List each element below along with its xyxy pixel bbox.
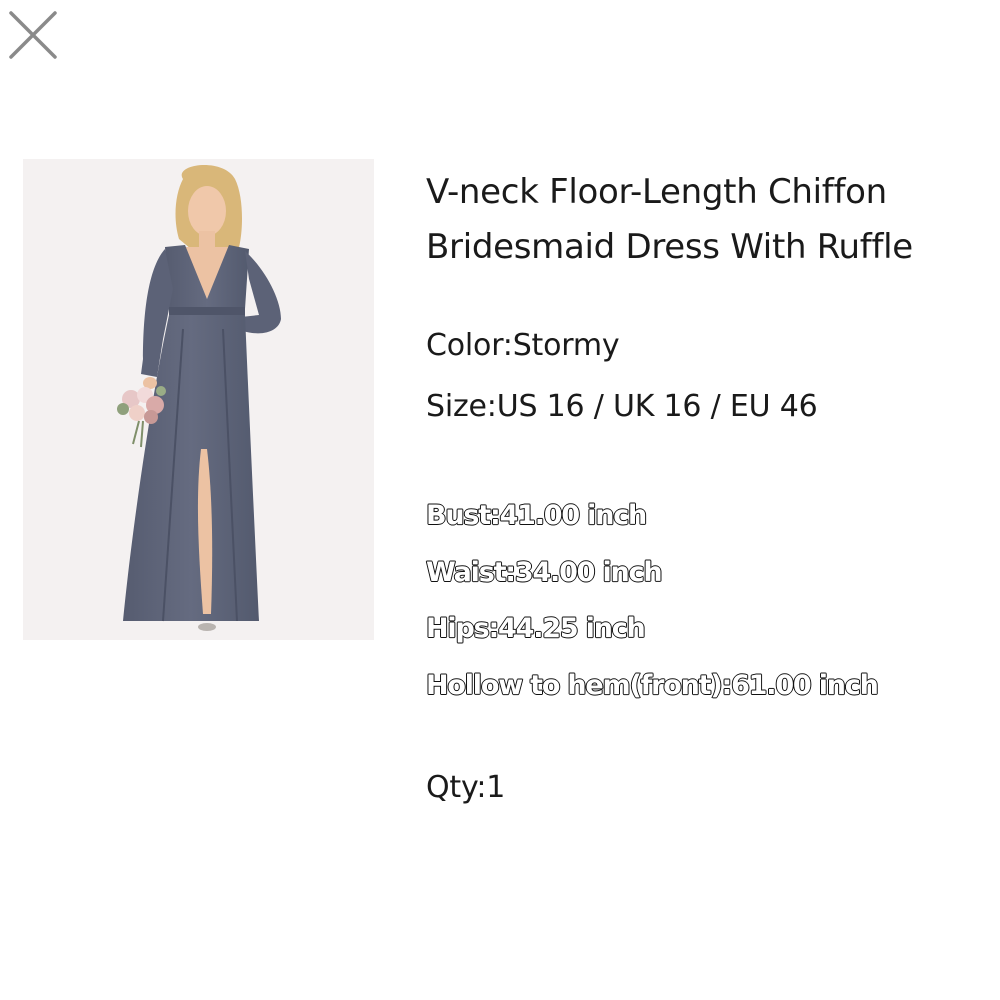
product-title: V-neck Floor-Length Chiffon Bridesmaid D… <box>426 165 1000 275</box>
close-button[interactable] <box>6 8 60 62</box>
product-title-line-2: Bridesmaid Dress With Ruffle <box>426 227 913 267</box>
product-image <box>23 159 374 640</box>
product-quantity: Qty:1 <box>426 770 506 805</box>
close-icon <box>9 11 57 59</box>
measurement-hips: Hips:44.25 inch <box>425 612 646 644</box>
product-size: Size:US 16 / UK 16 / EU 46 <box>426 389 818 424</box>
product-title-line-1: V-neck Floor-Length Chiffon <box>426 172 887 212</box>
measurement-bust: Bust:41.00 inch <box>425 499 648 531</box>
product-color: Color:Stormy <box>426 328 620 363</box>
measurement-hollow-to-hem: Hollow to hem(front):61.00 inch <box>425 669 879 701</box>
measurement-waist: Waist:34.00 inch <box>425 556 663 588</box>
